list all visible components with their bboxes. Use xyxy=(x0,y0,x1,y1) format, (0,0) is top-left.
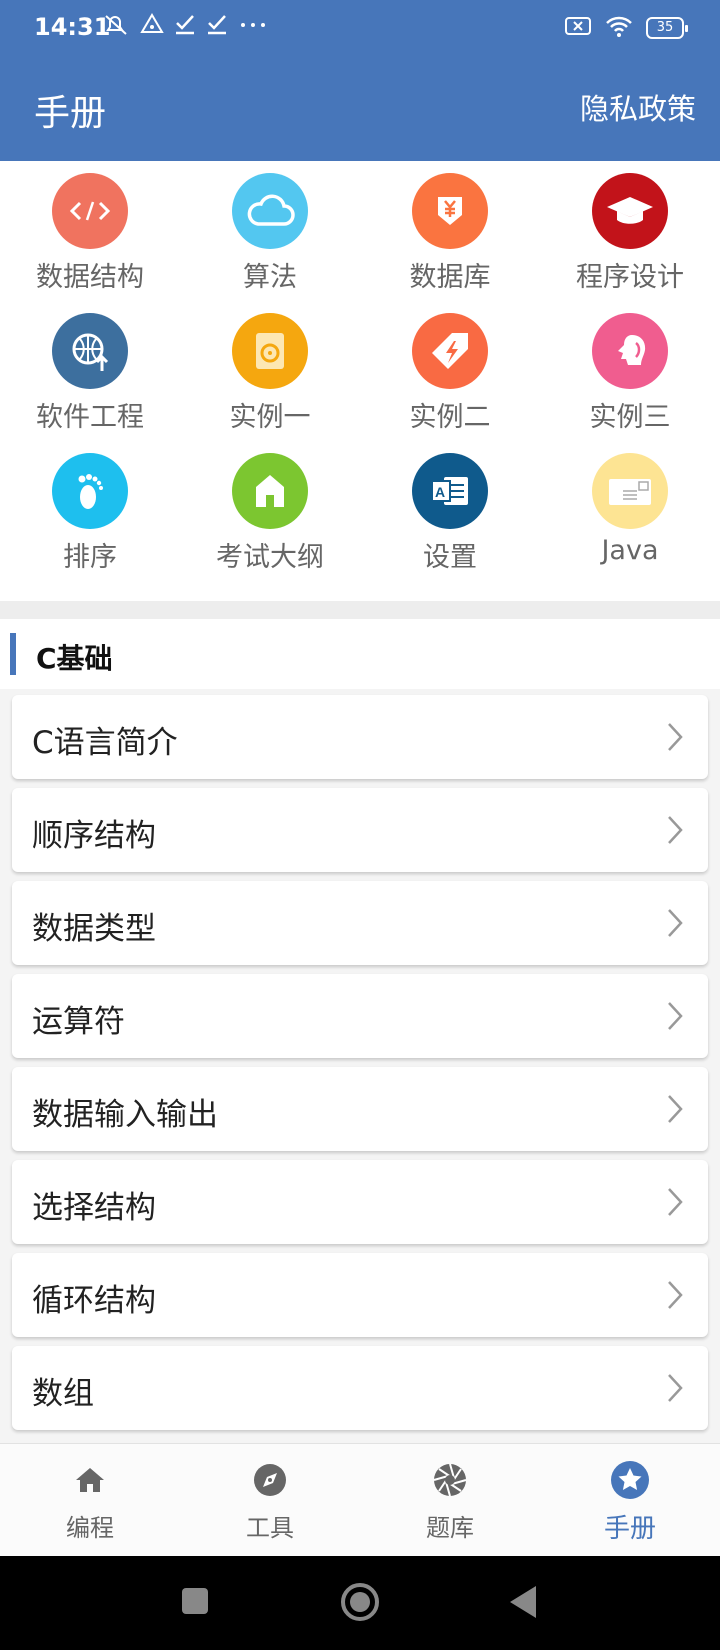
privacy-policy-link[interactable]: 隐私政策 xyxy=(580,86,696,128)
recent-apps-button[interactable] xyxy=(180,1586,210,1620)
chevron-right-icon xyxy=(666,1186,684,1222)
sim-off-icon xyxy=(564,14,592,42)
app-bar: 手册 隐私政策 xyxy=(0,56,720,161)
list-item-label: 循环结构 xyxy=(32,1283,156,1319)
nav-item-programming[interactable]: 编程 xyxy=(0,1444,180,1557)
nav-item-manual[interactable]: 手册 xyxy=(540,1444,720,1557)
yen-download-icon xyxy=(412,173,488,249)
grid-item-settings[interactable]: A 设置 xyxy=(360,441,540,581)
list-item[interactable]: 选择结构 xyxy=(12,1160,708,1244)
aperture-icon xyxy=(430,1460,470,1500)
more-dots-icon xyxy=(238,12,268,44)
globe-upload-icon xyxy=(52,313,128,389)
grid-item-label: 考试大纲 xyxy=(216,542,324,573)
grid-item-sorting[interactable]: 排序 xyxy=(0,441,180,581)
home-button[interactable] xyxy=(340,1582,380,1626)
back-button[interactable] xyxy=(508,1584,538,1624)
section-header: C基础 xyxy=(0,619,720,689)
list-item[interactable]: 循环结构 xyxy=(12,1253,708,1337)
list-item[interactable]: 运算符 xyxy=(12,974,708,1058)
grid-item-label: 实例三 xyxy=(589,402,671,433)
status-notification-icons xyxy=(102,12,268,44)
home-icon xyxy=(232,453,308,529)
list-item-label: 数据类型 xyxy=(32,911,156,947)
grid-item-example-two[interactable]: 实例二 xyxy=(360,301,540,441)
list-item-label: 运算符 xyxy=(32,1004,125,1040)
list-item[interactable]: 数据输入输出 xyxy=(12,1067,708,1151)
disk-icon xyxy=(232,313,308,389)
grid-item-label: 数据结构 xyxy=(36,262,144,293)
grid-item-label: 软件工程 xyxy=(36,402,144,433)
grid-item-label: 数据库 xyxy=(409,262,491,293)
section-divider xyxy=(0,601,720,619)
wifi-icon xyxy=(604,14,634,42)
svg-text:A: A xyxy=(435,484,445,500)
database-doc-icon: A xyxy=(412,453,488,529)
battery-icon: 35 xyxy=(646,17,688,39)
topic-list: C语言简介 顺序结构 数据类型 运算符 数据输入输出 选择结构 循环结构 数组 xyxy=(0,689,720,1443)
list-item-label: 数据输入输出 xyxy=(32,1097,218,1133)
grid-item-label: 设置 xyxy=(423,542,477,573)
footprint-icon xyxy=(52,453,128,529)
tag-bolt-icon xyxy=(412,313,488,389)
section-title: C基础 xyxy=(36,642,113,675)
list-item[interactable]: 顺序结构 xyxy=(12,788,708,872)
nav-item-label: 手册 xyxy=(603,1514,656,1544)
category-grid: 数据结构 算法 数据库 程序设计 软件工程 实例一 实例二 实例三 排序 考试大… xyxy=(0,161,720,601)
list-item-label: C语言简介 xyxy=(32,725,178,761)
nav-item-tools[interactable]: 工具 xyxy=(180,1444,360,1557)
code-icon xyxy=(52,173,128,249)
status-right-icons: 35 xyxy=(564,14,688,42)
grid-item-java[interactable]: Java xyxy=(540,441,720,581)
grid-item-label: 排序 xyxy=(63,542,117,573)
grid-item-programming[interactable]: 程序设计 xyxy=(540,161,720,301)
system-navigation-bar xyxy=(0,1556,720,1650)
list-item[interactable]: 数组 xyxy=(12,1346,708,1430)
chevron-right-icon xyxy=(666,1372,684,1408)
nav-item-question-bank[interactable]: 题库 xyxy=(360,1444,540,1557)
grid-item-database[interactable]: 数据库 xyxy=(360,161,540,301)
section-accent-bar xyxy=(10,633,16,675)
grid-item-label: 实例二 xyxy=(409,402,491,433)
chevron-right-icon xyxy=(666,721,684,757)
grid-item-example-three[interactable]: 实例三 xyxy=(540,301,720,441)
chevron-right-icon xyxy=(666,814,684,850)
triangle-icon xyxy=(140,12,164,44)
graduation-cap-icon xyxy=(592,173,668,249)
list-item-label: 顺序结构 xyxy=(32,818,156,854)
grid-item-data-structures[interactable]: 数据结构 xyxy=(0,161,180,301)
grid-item-label: 实例一 xyxy=(229,402,311,433)
nav-item-label: 编程 xyxy=(66,1514,114,1542)
grid-item-software-engineering[interactable]: 软件工程 xyxy=(0,301,180,441)
chevron-right-icon xyxy=(666,907,684,943)
nav-item-label: 工具 xyxy=(246,1514,294,1542)
grid-item-algorithm[interactable]: 算法 xyxy=(180,161,360,301)
grid-item-exam-outline[interactable]: 考试大纲 xyxy=(180,441,360,581)
home-icon xyxy=(70,1460,110,1500)
list-item-label: 选择结构 xyxy=(32,1190,156,1226)
profile-icon xyxy=(592,313,668,389)
status-time: 14:31 xyxy=(34,13,111,41)
chevron-right-icon xyxy=(666,1000,684,1036)
grid-item-label: 程序设计 xyxy=(576,262,684,293)
chevron-right-icon xyxy=(666,1093,684,1129)
grid-item-label: 算法 xyxy=(243,262,297,293)
mute-icon xyxy=(102,12,130,44)
page-title: 手册 xyxy=(34,93,107,134)
list-item-label: 数组 xyxy=(32,1376,94,1412)
chevron-right-icon xyxy=(666,1279,684,1315)
list-item[interactable]: 数据类型 xyxy=(12,881,708,965)
status-bar: 14:31 35 xyxy=(0,0,720,56)
star-icon xyxy=(610,1460,650,1500)
nav-item-label: 题库 xyxy=(426,1514,474,1542)
envelope-icon xyxy=(592,453,668,529)
list-item[interactable]: C语言简介 xyxy=(12,695,708,779)
grid-item-example-one[interactable]: 实例一 xyxy=(180,301,360,441)
cloud-icon xyxy=(232,173,308,249)
grid-item-label: Java xyxy=(601,535,659,566)
compass-icon xyxy=(250,1460,290,1500)
bottom-navigation: 编程 工具 题库 手册 xyxy=(0,1443,720,1556)
check-icon xyxy=(174,12,196,44)
check-icon xyxy=(206,12,228,44)
